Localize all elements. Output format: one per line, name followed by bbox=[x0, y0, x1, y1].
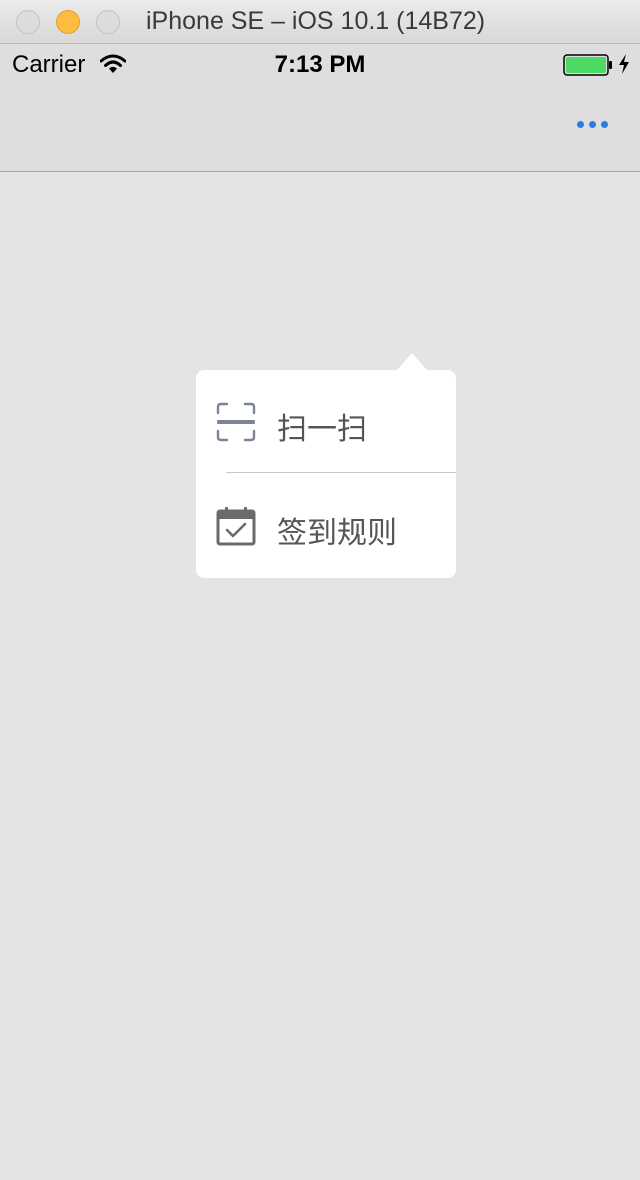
scan-icon bbox=[216, 402, 256, 442]
minimize-window-button[interactable] bbox=[56, 10, 80, 34]
menu-item-check-in-rules[interactable]: 签到规则 bbox=[196, 474, 456, 577]
more-dots-icon bbox=[600, 120, 608, 128]
zoom-window-button[interactable] bbox=[96, 10, 120, 34]
popover-menu: 扫一扫 签到规则 bbox=[196, 370, 456, 578]
charging-bolt-icon bbox=[619, 54, 629, 74]
ios-status-bar: Carrier 7:13 PM bbox=[0, 44, 640, 84]
menu-item-label: 签到规则 bbox=[277, 516, 397, 551]
popover-arrow bbox=[397, 353, 427, 370]
navigation-bar bbox=[0, 84, 640, 172]
simulator-window: iPhone SE – iOS 10.1 (14B72) Carrier 7:1… bbox=[0, 0, 640, 1180]
menu-item-scan[interactable]: 扫一扫 bbox=[196, 370, 456, 473]
close-window-button[interactable] bbox=[16, 10, 40, 34]
menu-item-label: 扫一扫 bbox=[277, 412, 367, 447]
more-button[interactable] bbox=[566, 102, 618, 146]
window-title: iPhone SE – iOS 10.1 (14B72) bbox=[146, 7, 486, 35]
status-time: 7:13 PM bbox=[274, 51, 366, 78]
calendar-check-icon bbox=[216, 507, 256, 546]
more-dots-icon bbox=[588, 120, 596, 128]
battery-icon bbox=[563, 54, 612, 76]
window-titlebar: iPhone SE – iOS 10.1 (14B72) bbox=[0, 0, 640, 44]
more-dots-icon bbox=[576, 120, 584, 128]
menu-divider bbox=[226, 472, 456, 473]
